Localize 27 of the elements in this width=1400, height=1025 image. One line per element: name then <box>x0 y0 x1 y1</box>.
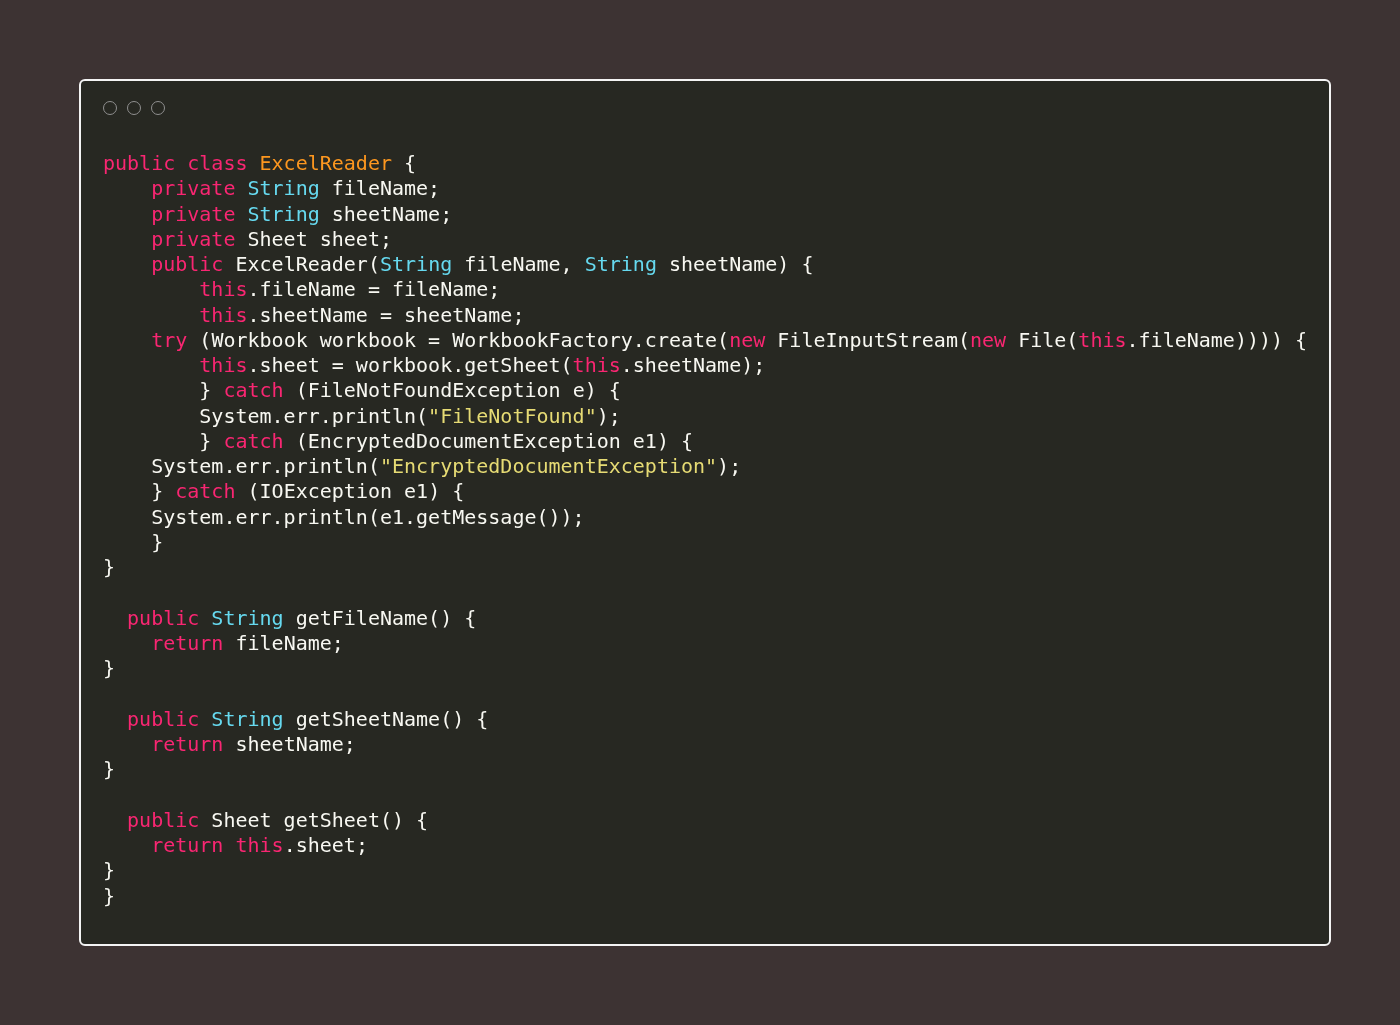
code-line: } catch (EncryptedDocumentException e1) { <box>198 428 694 455</box>
code-line: private Sheet sheet; <box>150 226 392 253</box>
code-line: public ExcelReader(String fileName, String sheetName) { <box>150 252 814 278</box>
code-line: } <box>103 656 116 682</box>
code-line: } <box>103 883 116 909</box>
code-line: return this.sheet; <box>150 833 368 859</box>
code-line: return fileName; <box>150 631 344 657</box>
code-line: private String sheetName; <box>150 201 453 227</box>
code-line: } <box>150 530 164 556</box>
code-line: return sheetName; <box>150 732 356 758</box>
code-line: private String fileName; <box>150 176 441 202</box>
code-line: System.err.println("FileNotFound"); <box>198 403 621 429</box>
code-line: public String getSheetName() { <box>126 706 489 733</box>
code-line: System.err.println("EncryptedDocumentException"); <box>150 454 742 480</box>
code-line: public class ExcelReader { <box>103 151 417 177</box>
code-line: } catch (FileNotFoundException e) { <box>198 378 621 404</box>
code-line: } <box>103 555 116 581</box>
code-line: this.fileName = fileName; <box>198 277 501 303</box>
code-line: try (Workbook workbook = WorkbookFactory.create(new FileInputStream(new File(this.fileName)))) { <box>150 327 1308 354</box>
code-line: } <box>103 757 116 783</box>
code-line: this.sheetName = sheetName; <box>198 302 525 328</box>
code-line: System.err.println(e1.getMessage()); <box>150 504 585 530</box>
code-line: public Sheet getSheet() { <box>126 807 429 834</box>
code-line: this.sheet = workbook.getSheet(this.sheetName); <box>198 353 766 379</box>
code-line: public String getFileName() { <box>126 605 477 632</box>
code-line: } catch (IOException e1) { <box>150 479 465 505</box>
code-line: } <box>103 858 116 884</box>
